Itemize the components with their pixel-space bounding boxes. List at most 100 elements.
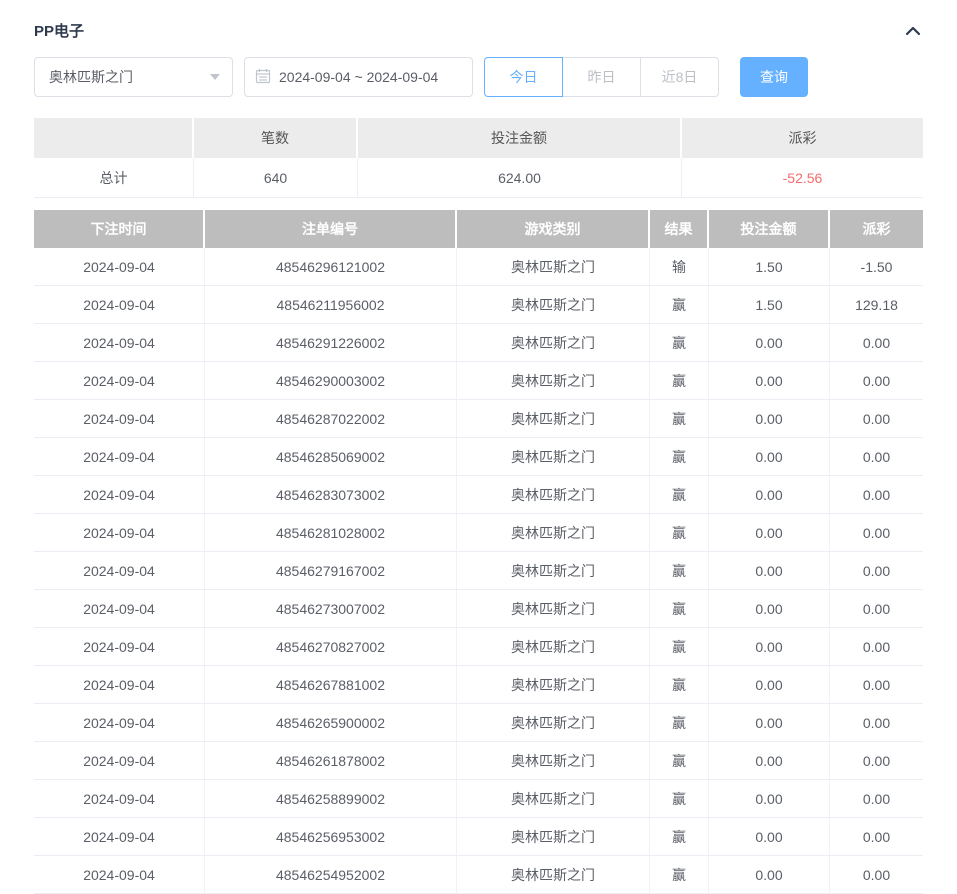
cell-bet-amount: 0.00: [709, 818, 830, 855]
cell-payout: 0.00: [830, 438, 923, 475]
cell-payout: 0.00: [830, 552, 923, 589]
cell-bet-time: 2024-09-04: [34, 400, 205, 437]
records-body: 2024-09-0448546296121002奥林匹斯之门输1.50-1.50…: [34, 248, 923, 894]
table-row: 2024-09-0448546256953002奥林匹斯之门赢0.000.00: [34, 818, 923, 856]
cell-result: 赢: [650, 666, 709, 703]
cell-game-type: 奥林匹斯之门: [457, 476, 650, 513]
table-row: 2024-09-0448546285069002奥林匹斯之门赢0.000.00: [34, 438, 923, 476]
cell-bet-time: 2024-09-04: [34, 704, 205, 741]
last8days-button[interactable]: 近8日: [640, 57, 719, 97]
collapse-button[interactable]: [903, 21, 923, 41]
cell-bet-time: 2024-09-04: [34, 666, 205, 703]
cell-result: 赢: [650, 400, 709, 437]
summary-header-bet-amount: 投注金额: [358, 118, 682, 158]
table-row: 2024-09-0448546211956002奥林匹斯之门赢1.50129.1…: [34, 286, 923, 324]
header-game-type: 游戏类别: [457, 210, 650, 248]
table-row: 2024-09-0448546281028002奥林匹斯之门赢0.000.00: [34, 514, 923, 552]
cell-bet-amount: 0.00: [709, 476, 830, 513]
cell-bet-time: 2024-09-04: [34, 818, 205, 855]
caret-down-icon: [210, 74, 220, 80]
table-row: 2024-09-0448546287022002奥林匹斯之门赢0.000.00: [34, 400, 923, 438]
cell-bet-amount: 0.00: [709, 666, 830, 703]
cell-bet-amount: 0.00: [709, 590, 830, 627]
cell-bet-id: 48546296121002: [205, 248, 457, 285]
cell-game-type: 奥林匹斯之门: [457, 514, 650, 551]
cell-bet-amount: 0.00: [709, 704, 830, 741]
cell-payout: 0.00: [830, 856, 923, 893]
cell-payout: 0.00: [830, 628, 923, 665]
cell-game-type: 奥林匹斯之门: [457, 248, 650, 285]
cell-game-type: 奥林匹斯之门: [457, 438, 650, 475]
cell-bet-amount: 0.00: [709, 780, 830, 817]
cell-payout: 0.00: [830, 666, 923, 703]
table-row: 2024-09-0448546270827002奥林匹斯之门赢0.000.00: [34, 628, 923, 666]
cell-result: 赢: [650, 590, 709, 627]
cell-bet-id: 48546261878002: [205, 742, 457, 779]
calendar-icon: [255, 68, 279, 87]
cell-bet-time: 2024-09-04: [34, 552, 205, 589]
summary-header-count: 笔数: [194, 118, 358, 158]
cell-bet-id: 48546287022002: [205, 400, 457, 437]
header-bet-amount: 投注金额: [709, 210, 830, 248]
filter-bar: 奥林匹斯之门 2024-09-04 ~ 2024-09-04 今日昨日近8日 查…: [34, 57, 923, 97]
cell-payout: 0.00: [830, 362, 923, 399]
cell-bet-amount: 1.50: [709, 248, 830, 285]
cell-bet-id: 48546211956002: [205, 286, 457, 323]
cell-payout: 0.00: [830, 400, 923, 437]
cell-bet-id: 48546270827002: [205, 628, 457, 665]
cell-bet-time: 2024-09-04: [34, 742, 205, 779]
cell-payout: 0.00: [830, 818, 923, 855]
date-range-value: 2024-09-04 ~ 2024-09-04: [279, 69, 438, 85]
quick-range-group: 今日昨日近8日: [484, 57, 719, 97]
cell-result: 赢: [650, 514, 709, 551]
cell-payout: 0.00: [830, 324, 923, 361]
cell-result: 输: [650, 248, 709, 285]
cell-payout: 129.18: [830, 286, 923, 323]
cell-bet-time: 2024-09-04: [34, 324, 205, 361]
cell-bet-time: 2024-09-04: [34, 628, 205, 665]
chevron-up-icon: [905, 23, 921, 39]
table-row: 2024-09-0448546279167002奥林匹斯之门赢0.000.00: [34, 552, 923, 590]
cell-game-type: 奥林匹斯之门: [457, 362, 650, 399]
cell-game-type: 奥林匹斯之门: [457, 666, 650, 703]
cell-payout: 0.00: [830, 704, 923, 741]
cell-bet-time: 2024-09-04: [34, 286, 205, 323]
cell-payout: 0.00: [830, 476, 923, 513]
cell-bet-id: 48546254952002: [205, 856, 457, 893]
table-row: 2024-09-0448546267881002奥林匹斯之门赢0.000.00: [34, 666, 923, 704]
cell-game-type: 奥林匹斯之门: [457, 400, 650, 437]
table-row: 2024-09-0448546258899002奥林匹斯之门赢0.000.00: [34, 780, 923, 818]
query-button[interactable]: 查询: [740, 57, 808, 97]
cell-bet-id: 48546290003002: [205, 362, 457, 399]
page-title: PP电子: [34, 20, 84, 41]
game-select[interactable]: 奥林匹斯之门: [34, 57, 233, 97]
cell-bet-time: 2024-09-04: [34, 438, 205, 475]
table-row: 2024-09-0448546290003002奥林匹斯之门赢0.000.00: [34, 362, 923, 400]
today-button[interactable]: 今日: [484, 57, 563, 97]
cell-game-type: 奥林匹斯之门: [457, 552, 650, 589]
table-row: 2024-09-0448546261878002奥林匹斯之门赢0.000.00: [34, 742, 923, 780]
cell-payout: 0.00: [830, 742, 923, 779]
cell-bet-id: 48546258899002: [205, 780, 457, 817]
cell-bet-id: 48546291226002: [205, 324, 457, 361]
summary-header-payout: 派彩: [682, 118, 923, 158]
summary-total-row: 总计 640 624.00 -52.56: [34, 158, 923, 198]
cell-bet-id: 48546281028002: [205, 514, 457, 551]
cell-bet-id: 48546285069002: [205, 438, 457, 475]
cell-game-type: 奥林匹斯之门: [457, 780, 650, 817]
cell-bet-time: 2024-09-04: [34, 248, 205, 285]
cell-bet-amount: 0.00: [709, 362, 830, 399]
cell-result: 赢: [650, 476, 709, 513]
cell-bet-amount: 0.00: [709, 438, 830, 475]
date-range-picker[interactable]: 2024-09-04 ~ 2024-09-04: [244, 57, 473, 97]
summary-bet-amount-value: 624.00: [358, 158, 682, 197]
summary-table: 笔数 投注金额 派彩 总计 640 624.00 -52.56: [34, 118, 923, 198]
cell-result: 赢: [650, 362, 709, 399]
table-row: 2024-09-0448546254952002奥林匹斯之门赢0.000.00: [34, 856, 923, 894]
cell-result: 赢: [650, 856, 709, 893]
cell-bet-id: 48546283073002: [205, 476, 457, 513]
cell-bet-amount: 0.00: [709, 856, 830, 893]
yesterday-button[interactable]: 昨日: [562, 57, 641, 97]
cell-bet-id: 48546265900002: [205, 704, 457, 741]
panel-header: PP电子: [0, 0, 957, 41]
